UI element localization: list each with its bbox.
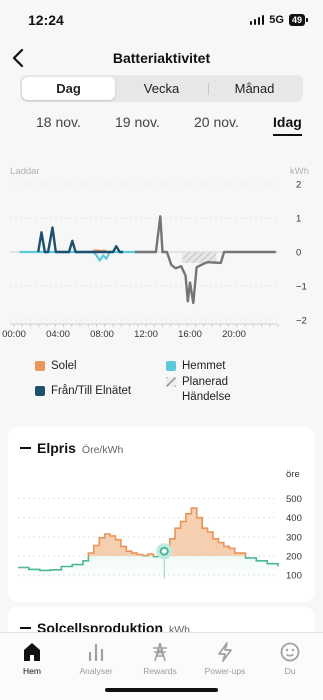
y-tick-label: 0: [296, 248, 301, 259]
collapse-icon: [20, 627, 31, 629]
tab-rewards-label: Rewards: [143, 666, 177, 676]
tab-rewards[interactable]: Rewards: [128, 641, 192, 676]
tab-home-label: Hem: [23, 666, 41, 676]
battery-icon: 49: [288, 14, 309, 26]
hatch-icon: [166, 377, 176, 387]
electricity-price-card: Elpris Öre/kWh öre 500 400 300 200 100: [8, 427, 315, 602]
home-icon: [24, 643, 40, 661]
legend-label-home: Hemmet: [182, 360, 226, 372]
status-bar: 12:24 5G 49: [0, 0, 323, 40]
price-marker-dot: [159, 546, 169, 556]
y-tick-label: 300: [286, 532, 302, 543]
page-title: Batteriaktivitet: [112, 50, 211, 66]
back-button[interactable]: [6, 46, 30, 70]
x-tick-label: 04:00: [46, 329, 70, 340]
price-area-low: [18, 556, 278, 579]
tab-analytics[interactable]: Analyser: [64, 641, 128, 676]
y-tick-label: −2: [296, 316, 307, 327]
series-grid-line: [37, 226, 123, 254]
price-card-title: Elpris: [37, 440, 76, 456]
bolt-icon: [218, 642, 232, 662]
legend-item-planned: Planerad Händelse: [166, 375, 256, 405]
series-home-line: [19, 250, 157, 262]
tab-month[interactable]: Månad: [208, 77, 301, 100]
price-unit-label: öre: [286, 469, 300, 480]
price-card-header[interactable]: Elpris Öre/kWh: [20, 440, 123, 456]
tab-home[interactable]: Hem: [0, 641, 64, 676]
home-indicator: [105, 688, 218, 692]
chart-unit-label: kWh: [290, 166, 309, 177]
x-tick-label: 08:00: [90, 329, 114, 340]
date-tab-18-nov[interactable]: 18 nov.: [36, 114, 81, 130]
chevron-left-icon: [12, 49, 24, 67]
legend-swatch-grid: [35, 386, 45, 396]
legend-item-grid: Från/Till Elnätet: [35, 384, 131, 399]
x-tick-label: 16:00: [178, 329, 202, 340]
legend-item-solar: Solel: [35, 359, 77, 374]
tab-day[interactable]: Dag: [22, 77, 115, 100]
tab-powerups[interactable]: Power-ups: [193, 641, 257, 676]
y-tick-label: 100: [286, 571, 302, 582]
y-tick-label: 1: [296, 214, 301, 225]
pylon-icon: [153, 642, 167, 662]
legend-label-grid: Från/Till Elnätet: [51, 385, 132, 397]
legend-swatch-solar: [35, 361, 45, 371]
smiley-icon: [280, 642, 300, 662]
nav-header: Batteriaktivitet: [0, 44, 323, 72]
electricity-price-chart[interactable]: öre 500 400 300 200 100: [8, 467, 315, 602]
chart-legend: Solel Hemmet Från/Till Elnätet Planerad …: [35, 355, 305, 407]
tab-profile[interactable]: Du: [258, 641, 322, 676]
date-selector: 18 nov. 19 nov. 20 nov. Idag: [0, 114, 323, 144]
x-tick-label: 12:00: [134, 329, 158, 340]
status-time: 12:24: [28, 12, 64, 28]
status-indicators: 5G 49: [249, 14, 309, 26]
legend-item-home: Hemmet: [166, 359, 225, 374]
network-label: 5G: [269, 14, 284, 26]
period-segmented-control: Dag Vecka Månad: [20, 75, 303, 102]
segment-divider: [208, 83, 209, 95]
collapse-icon: [20, 447, 31, 449]
x-tick-label: 20:00: [222, 329, 246, 340]
y-tick-label: 2: [296, 180, 301, 191]
tab-profile-label: Du: [284, 666, 296, 676]
legend-swatch-home: [166, 361, 176, 371]
tab-week-label: Vecka: [143, 81, 180, 96]
y-tick-label: 500: [286, 494, 302, 505]
bar-chart-icon: [88, 643, 104, 662]
tab-day-label: Dag: [56, 81, 81, 96]
y-tick-label: −1: [296, 282, 307, 293]
tab-week[interactable]: Vecka: [115, 77, 208, 100]
x-tick-label: 00:00: [2, 329, 26, 340]
chart-charging-label: Laddar: [10, 166, 40, 177]
tab-powerups-label: Power-ups: [204, 666, 246, 676]
legend-label-planned: Planerad Händelse: [182, 376, 231, 403]
date-tab-19-nov[interactable]: 19 nov.: [115, 114, 160, 130]
signal-icon: [249, 15, 265, 25]
battery-activity-chart[interactable]: Laddar kWh 2 1 0 −1 −2 00:00 04:00 08:00 12:00 16:0…: [0, 158, 323, 340]
tab-month-label: Månad: [234, 81, 275, 96]
date-tab-20-nov[interactable]: 20 nov.: [194, 114, 239, 130]
date-tab-today[interactable]: Idag: [273, 114, 302, 136]
tab-analytics-label: Analyser: [79, 666, 113, 676]
price-card-unit: Öre/kWh: [81, 444, 124, 456]
y-tick-label: 400: [286, 513, 302, 524]
y-tick-label: 200: [286, 552, 302, 563]
legend-label-solar: Solel: [51, 360, 77, 372]
